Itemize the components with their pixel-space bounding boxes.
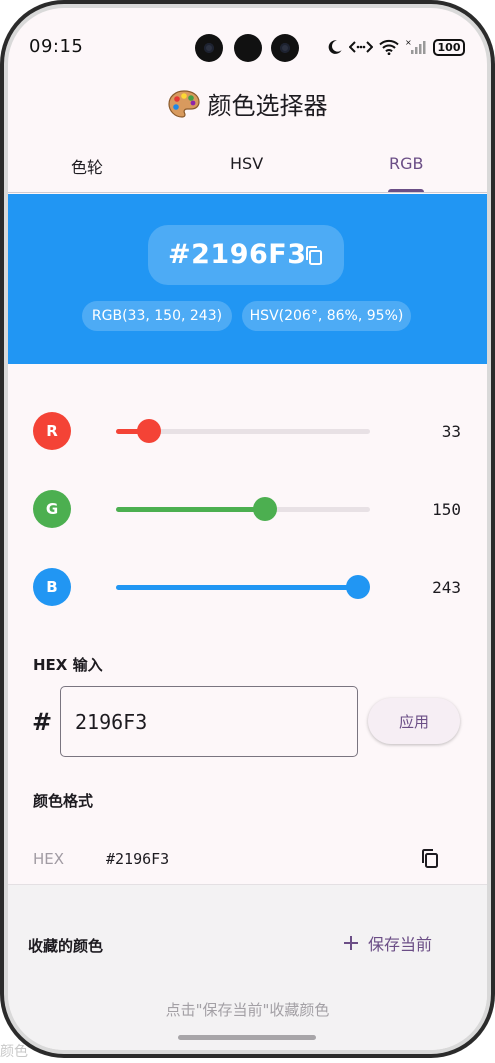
channel-badge-red: R — [33, 412, 71, 450]
status-bar: 09:15 × 100 — [8, 8, 487, 64]
status-time: 09:15 — [29, 36, 84, 57]
hex-input-label: HEX 输入 — [33, 656, 103, 674]
tab-rgb[interactable]: RGB — [389, 154, 424, 173]
tab-divider — [8, 192, 487, 193]
rgb-chip[interactable]: RGB(33, 150, 243) — [82, 301, 232, 331]
screen: 09:15 × 100 颜色选择器 色轮 HSV RGB #2196F3 RGB… — [8, 8, 487, 1050]
save-current-label: 保存当前 — [368, 935, 433, 954]
slider-track-blue[interactable] — [116, 575, 371, 599]
status-icons: × 100 — [327, 37, 465, 57]
hash-symbol: # — [32, 708, 53, 736]
slider-row-green: G 150 — [8, 490, 487, 530]
camera-lens-icon — [234, 34, 262, 62]
slider-thumb-red[interactable] — [136, 419, 161, 443]
slider-row-red: R 33 — [8, 412, 487, 452]
data-transfer-icon — [349, 41, 373, 53]
favorites-empty-hint: 点击"保存当前"收藏颜色 — [165, 1001, 330, 1019]
moon-icon — [328, 40, 342, 54]
slider-track-green[interactable] — [116, 497, 370, 521]
slider-row-blue: B 243 — [8, 568, 487, 608]
phone-frame: 09:15 × 100 颜色选择器 色轮 HSV RGB #2196F3 RGB… — [0, 0, 495, 1058]
slider-track-red[interactable] — [116, 419, 370, 443]
hex-copy-pill[interactable]: #2196F3 — [148, 225, 344, 285]
color-preview: #2196F3 RGB(33, 150, 243) HSV(206°, 86%,… — [8, 194, 487, 364]
signal-icon: × — [405, 39, 426, 54]
edge-partial-text: 颜色 — [0, 1044, 28, 1060]
favorites-panel: 收藏的颜色 保存当前 点击"保存当前"收藏颜色 — [8, 884, 487, 1050]
home-indicator[interactable] — [178, 1035, 316, 1040]
slider-fill-blue — [116, 585, 359, 590]
svg-text:×: × — [405, 39, 412, 47]
slider-fill-green — [116, 507, 266, 512]
channel-badge-blue: B — [33, 568, 71, 606]
copy-icon — [306, 246, 322, 265]
tab-hsv[interactable]: HSV — [230, 154, 263, 173]
channel-badge-green: G — [33, 490, 71, 528]
app-title: 颜色选择器 — [8, 86, 487, 121]
camera-lens-icon — [271, 34, 299, 62]
slider-thumb-blue[interactable] — [346, 575, 371, 599]
color-formats-label: 颜色格式 — [33, 792, 94, 810]
app-title-text: 颜色选择器 — [207, 92, 328, 120]
tab-color-wheel[interactable]: 色轮 — [71, 154, 103, 178]
slider-thumb-green[interactable] — [253, 497, 278, 521]
slider-value-blue: 243 — [432, 578, 461, 597]
copy-icon[interactable] — [420, 848, 440, 870]
hsv-chip[interactable]: HSV(206°, 86%, 95%) — [242, 301, 411, 331]
slider-value-red: 33 — [441, 422, 461, 441]
camera-lens-icon — [195, 34, 223, 62]
plus-icon — [344, 936, 358, 950]
format-row-hex: HEX #2196F3 — [8, 836, 487, 884]
slider-value-green: 150 — [432, 500, 461, 519]
tab-bar: 色轮 HSV RGB — [8, 146, 487, 193]
format-key: HEX — [33, 850, 65, 868]
hex-input[interactable] — [60, 686, 358, 757]
wifi-icon — [379, 39, 399, 55]
palette-icon — [167, 90, 200, 118]
favorites-title: 收藏的颜色 — [28, 937, 104, 955]
apply-button[interactable]: 应用 — [368, 698, 460, 744]
format-value: #2196F3 — [106, 850, 170, 868]
battery-icon: 100 — [433, 38, 465, 56]
save-current-button[interactable]: 保存当前 — [344, 931, 432, 955]
hex-value: #2196F3 — [168, 239, 307, 270]
